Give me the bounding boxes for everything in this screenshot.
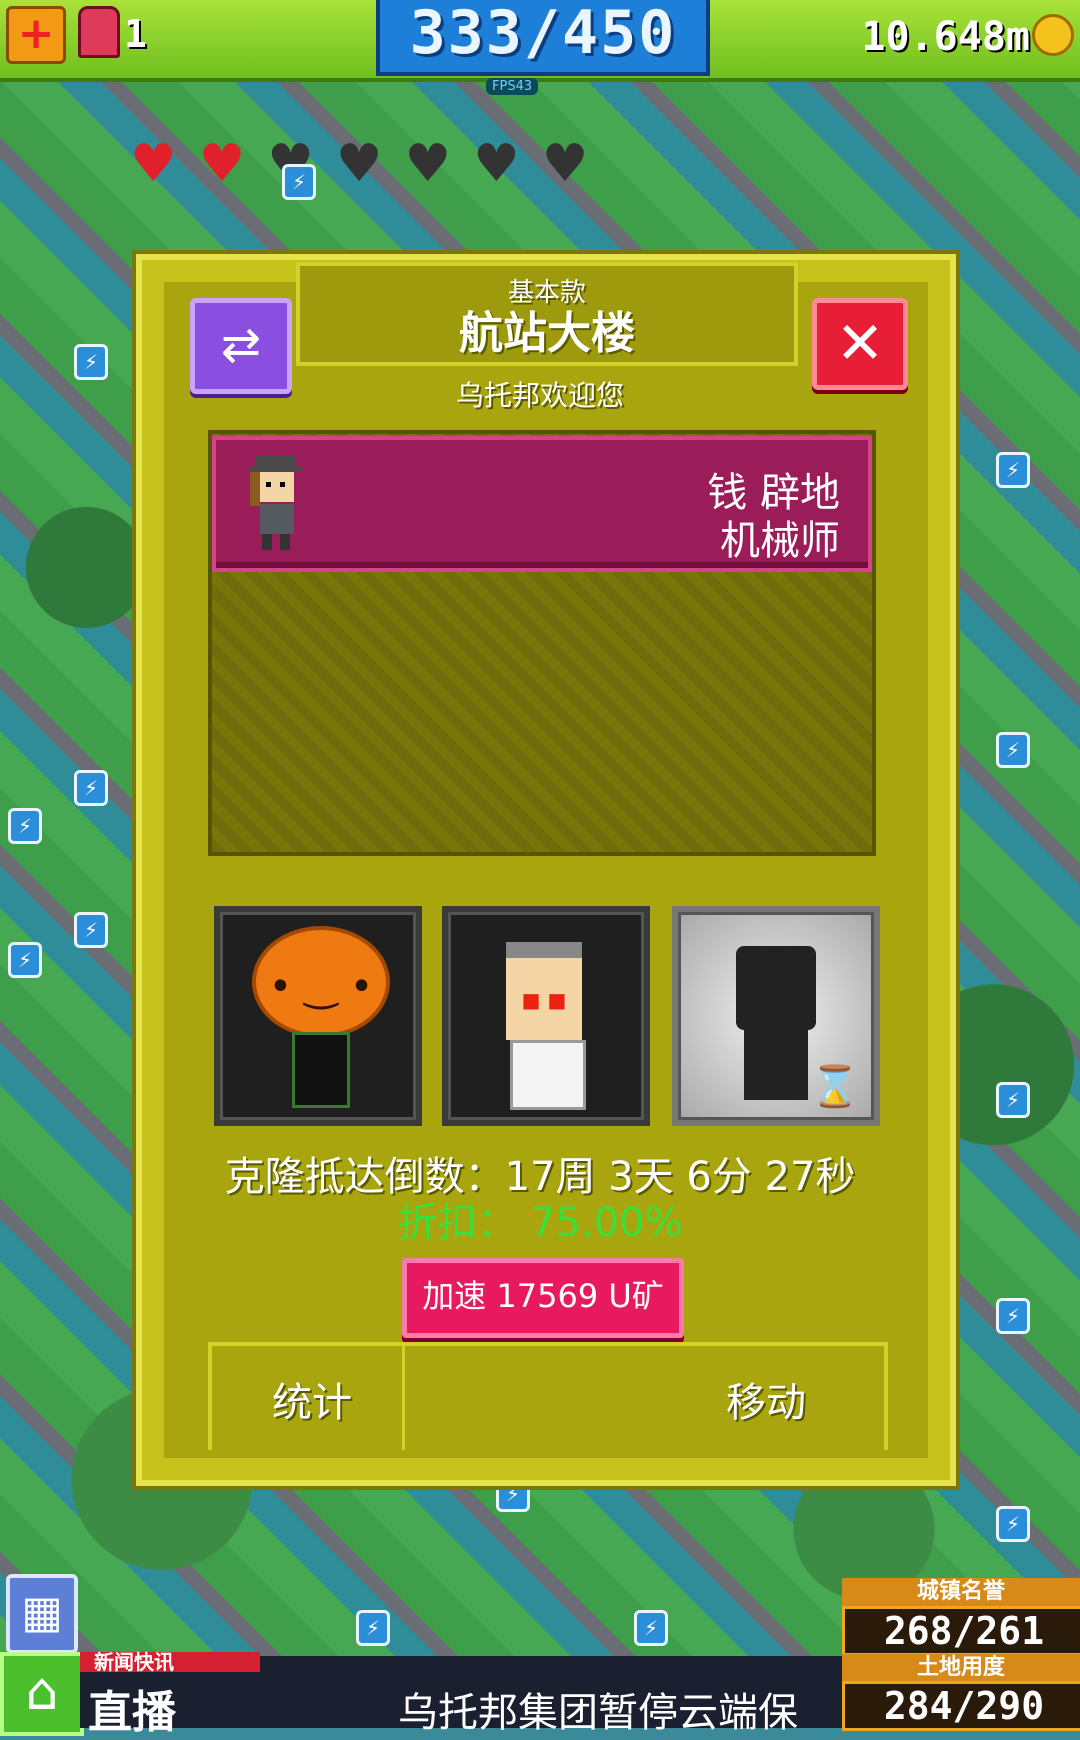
speedup-button[interactable]: 加速 17569 U矿 xyxy=(402,1258,684,1338)
power-bolt-icon[interactable]: ⚡ xyxy=(356,1610,390,1646)
tab-stats[interactable]: 统计 xyxy=(272,1370,352,1428)
heart-icon: ♥ xyxy=(473,134,520,194)
building-name: 航站大楼 xyxy=(459,308,635,359)
swap-icon: ⇄ xyxy=(220,317,262,373)
power-bolt-icon[interactable]: ⚡ xyxy=(8,942,42,978)
welcome-text: 乌托邦欢迎您 xyxy=(455,379,624,412)
power-bolt-icon[interactable]: ⚡ xyxy=(634,1610,668,1646)
money-counter[interactable]: 10.648m xyxy=(861,14,1030,60)
power-bolt-icon[interactable]: ⚡ xyxy=(996,732,1030,768)
resident-avatar xyxy=(250,456,302,550)
resident-card[interactable]: 钱 辟地 机械师 xyxy=(212,436,872,572)
clone-body-icon xyxy=(292,1032,350,1108)
clone-slot-scientist[interactable]: ■ ■ xyxy=(442,906,650,1126)
resident-job: 机械师 xyxy=(720,518,840,564)
power-bolt-icon[interactable]: ⚡ xyxy=(74,912,108,948)
discount-text: 折扣： 75.00% xyxy=(397,1200,683,1246)
alarm-count: 1 xyxy=(124,12,147,56)
alarm-icon[interactable] xyxy=(78,6,120,58)
close-icon: ✕ xyxy=(835,309,885,377)
news-live-label: 直播 xyxy=(88,1687,176,1738)
power-bolt-icon[interactable]: ⚡ xyxy=(74,770,108,806)
happiness-hearts: ♥ ♥ ♥ ♥ ♥ ♥ ♥ xyxy=(130,138,588,190)
heart-icon: ♥ xyxy=(404,134,452,194)
scientist-body-icon xyxy=(510,1040,586,1110)
land-use-box[interactable]: 284/290 xyxy=(842,1681,1080,1731)
tab-divider xyxy=(402,1346,405,1450)
power-bolt-icon[interactable]: ⚡ xyxy=(996,452,1030,488)
heart-icon: ♥ xyxy=(198,134,246,194)
heart-icon: ♥ xyxy=(130,134,177,194)
power-bolt-icon[interactable]: ⚡ xyxy=(996,1298,1030,1334)
silhouette-icon xyxy=(736,946,816,1030)
coin-icon xyxy=(1032,14,1074,56)
heart-icon: ♥ xyxy=(335,134,383,194)
news-headline[interactable]: 乌托邦集团暂停云端保 xyxy=(398,1680,798,1738)
scientist-eyes-icon: ■ ■ xyxy=(521,988,567,1012)
land-use-value: 284/290 xyxy=(883,1684,1045,1728)
population-counter[interactable]: 333/450 xyxy=(376,0,710,76)
home-icon[interactable]: ⌂ xyxy=(0,1652,84,1736)
power-bolt-icon[interactable]: ⚡ xyxy=(74,344,108,380)
hourglass-icon: ⌛ xyxy=(810,1064,860,1110)
clone-slot-pumpkin[interactable]: • ‿ • xyxy=(214,906,422,1126)
pumpkin-head-icon: • ‿ • xyxy=(252,926,390,1038)
calendar-icon[interactable]: ▦ xyxy=(6,1574,78,1654)
fps-counter: FPS43 xyxy=(486,78,539,95)
building-type: 基本款 xyxy=(507,278,586,308)
city-fame-box[interactable]: 268/261 xyxy=(842,1606,1080,1656)
clone-slot-pending[interactable]: ⌛ xyxy=(672,906,880,1126)
tab-move[interactable]: 移动 xyxy=(726,1370,806,1428)
city-fame-label: 城镇名誉 xyxy=(842,1578,1080,1606)
dialog-tabs: 统计 移动 xyxy=(208,1342,888,1450)
power-bolt-icon[interactable]: ⚡ xyxy=(282,164,316,200)
medkit-icon[interactable]: + xyxy=(6,6,66,64)
heart-icon: ♥ xyxy=(541,134,589,194)
power-bolt-icon[interactable]: ⚡ xyxy=(996,1506,1030,1542)
pumpkin-face-icon: • ‿ • xyxy=(268,964,374,1010)
power-bolt-icon[interactable]: ⚡ xyxy=(996,1082,1030,1118)
dialog-header: 基本款 航站大楼 xyxy=(296,262,798,366)
city-fame-value: 268/261 xyxy=(883,1609,1045,1653)
power-bolt-icon[interactable]: ⚡ xyxy=(8,808,42,844)
silhouette-body-icon xyxy=(744,1030,808,1100)
land-use-label: 土地用度 xyxy=(842,1654,1080,1682)
news-tag: 新闻快讯 xyxy=(80,1652,260,1672)
